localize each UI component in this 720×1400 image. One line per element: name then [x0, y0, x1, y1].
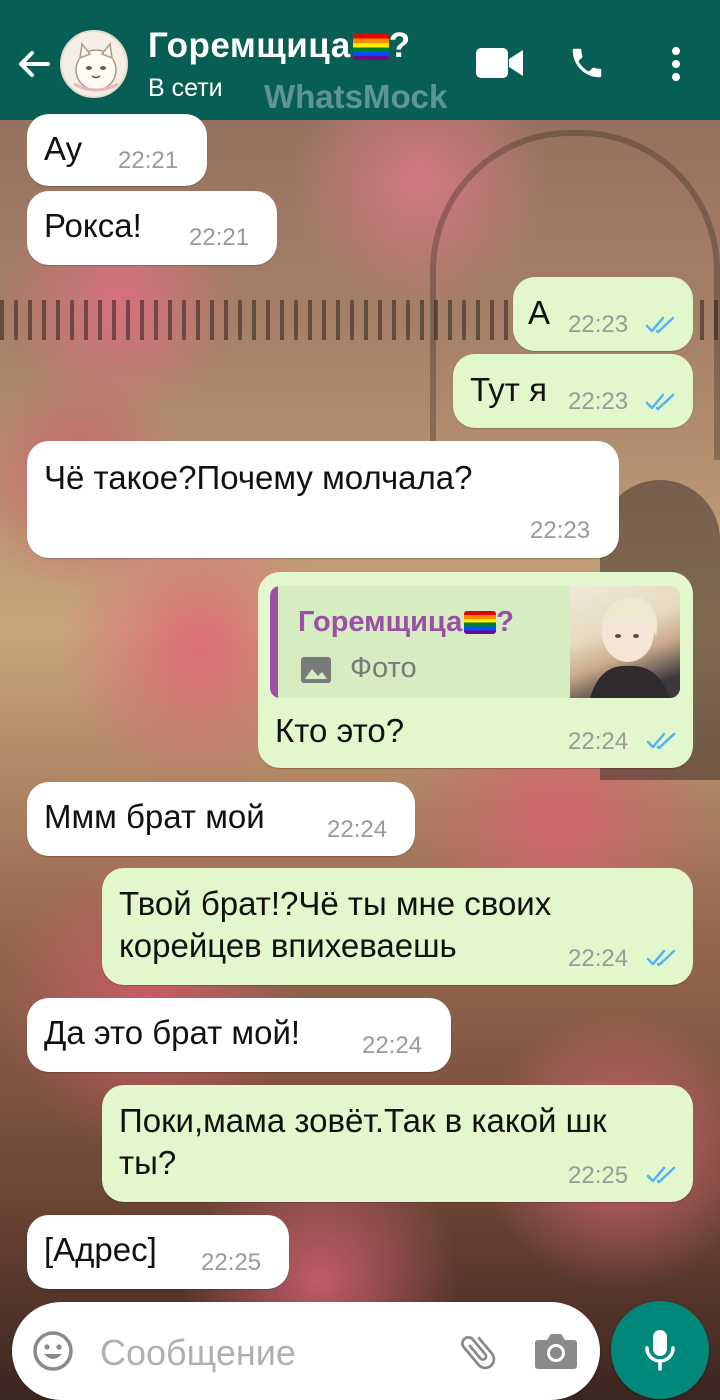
outgoing-message[interactable]: Тут я 22:23 — [453, 354, 693, 428]
message-text: Чё такое?Почему молчала? — [44, 459, 473, 496]
incoming-message[interactable]: Рокса! 22:21 — [27, 191, 277, 265]
more-vert-icon[interactable] — [664, 46, 688, 82]
incoming-message[interactable]: Ау 22:21 — [27, 114, 207, 186]
message-time: 22:24 — [327, 816, 388, 843]
message-composer — [12, 1302, 600, 1400]
reply-photo-thumbnail — [570, 586, 680, 698]
outgoing-message[interactable]: Твой брат!?Чё ты мне своих корейцев впих… — [102, 868, 693, 985]
message-text-line-2: ты? — [119, 1144, 177, 1181]
read-double-tick-icon — [646, 1166, 676, 1184]
outgoing-message[interactable]: Поки,мама зовёт.Так в какой шк ты? 22:25 — [102, 1085, 693, 1202]
watermark: WhatsMock — [264, 78, 448, 115]
message-text: Да это брат мой! — [44, 1014, 301, 1051]
phone-icon[interactable] — [568, 44, 606, 82]
attach-icon[interactable] — [456, 1330, 500, 1374]
reply-author: Горемщица? — [298, 606, 514, 639]
message-time: 22:23 — [568, 311, 629, 338]
read-double-tick-icon — [646, 732, 676, 750]
message-text: Ммм брат мой — [44, 798, 265, 835]
emoji-icon[interactable] — [32, 1330, 74, 1372]
message-time: 22:25 — [201, 1249, 262, 1276]
message-text-line-1: Твой брат!?Чё ты мне своих — [119, 885, 552, 922]
contact-name-text: Горемщица — [148, 26, 351, 65]
camera-icon[interactable] — [534, 1332, 578, 1370]
back-arrow-icon[interactable] — [14, 44, 54, 84]
incoming-message[interactable]: [Адрес] 22:25 — [27, 1215, 289, 1289]
message-text: Кто это? — [275, 712, 405, 749]
contact-name[interactable]: Горемщица? — [148, 26, 411, 66]
contact-avatar[interactable] — [60, 30, 128, 98]
reply-author-text: Горемщица — [298, 606, 463, 638]
chat-header: Горемщица? В сети WhatsMock — [0, 0, 720, 120]
message-time: 22:24 — [568, 728, 629, 755]
rainbow-flag-icon — [464, 611, 497, 634]
incoming-message[interactable]: Да это брат мой! 22:24 — [27, 998, 451, 1072]
message-text: [Адрес] — [44, 1231, 157, 1268]
outgoing-message-with-reply[interactable]: Горемщица? Фото Кто это? 22:24 — [258, 572, 693, 768]
rainbow-flag-icon — [352, 34, 389, 60]
message-text: А — [528, 294, 551, 331]
reply-quote-bar — [270, 586, 278, 698]
message-time: 22:23 — [568, 388, 629, 415]
avatar-cat-icon — [73, 42, 119, 92]
mic-button[interactable] — [611, 1301, 709, 1399]
read-double-tick-icon — [646, 949, 676, 967]
read-double-tick-icon — [645, 316, 675, 334]
read-double-tick-icon — [645, 393, 675, 411]
photo-icon — [301, 657, 331, 683]
message-time: 22:24 — [362, 1032, 423, 1059]
mic-icon — [645, 1330, 675, 1371]
message-text-line-1: Поки,мама зовёт.Так в какой шк — [119, 1102, 607, 1139]
reply-media-type: Фото — [350, 652, 417, 684]
message-time: 22:23 — [530, 517, 591, 544]
reply-photo-figure — [590, 597, 670, 698]
message-input[interactable] — [100, 1328, 440, 1378]
video-call-icon[interactable] — [476, 46, 524, 80]
reply-quote[interactable]: Горемщица? Фото — [270, 586, 680, 698]
incoming-message[interactable]: Чё такое?Почему молчала? 22:23 — [27, 441, 619, 558]
outgoing-message[interactable]: А 22:23 — [513, 277, 693, 351]
reply-author-suffix: ? — [496, 606, 514, 638]
incoming-message[interactable]: Ммм брат мой 22:24 — [27, 782, 415, 856]
message-time: 22:21 — [189, 224, 250, 251]
message-text: Тут я — [470, 371, 547, 408]
message-text: Рокса! — [44, 207, 142, 244]
message-time: 22:21 — [118, 147, 179, 174]
message-time: 22:25 — [568, 1162, 629, 1189]
message-time: 22:24 — [568, 945, 629, 972]
message-text: Ау — [44, 130, 83, 167]
contact-name-suffix: ? — [388, 26, 411, 65]
contact-status: В сети — [148, 74, 223, 102]
message-text-line-2: корейцев впихеваешь — [119, 927, 457, 964]
